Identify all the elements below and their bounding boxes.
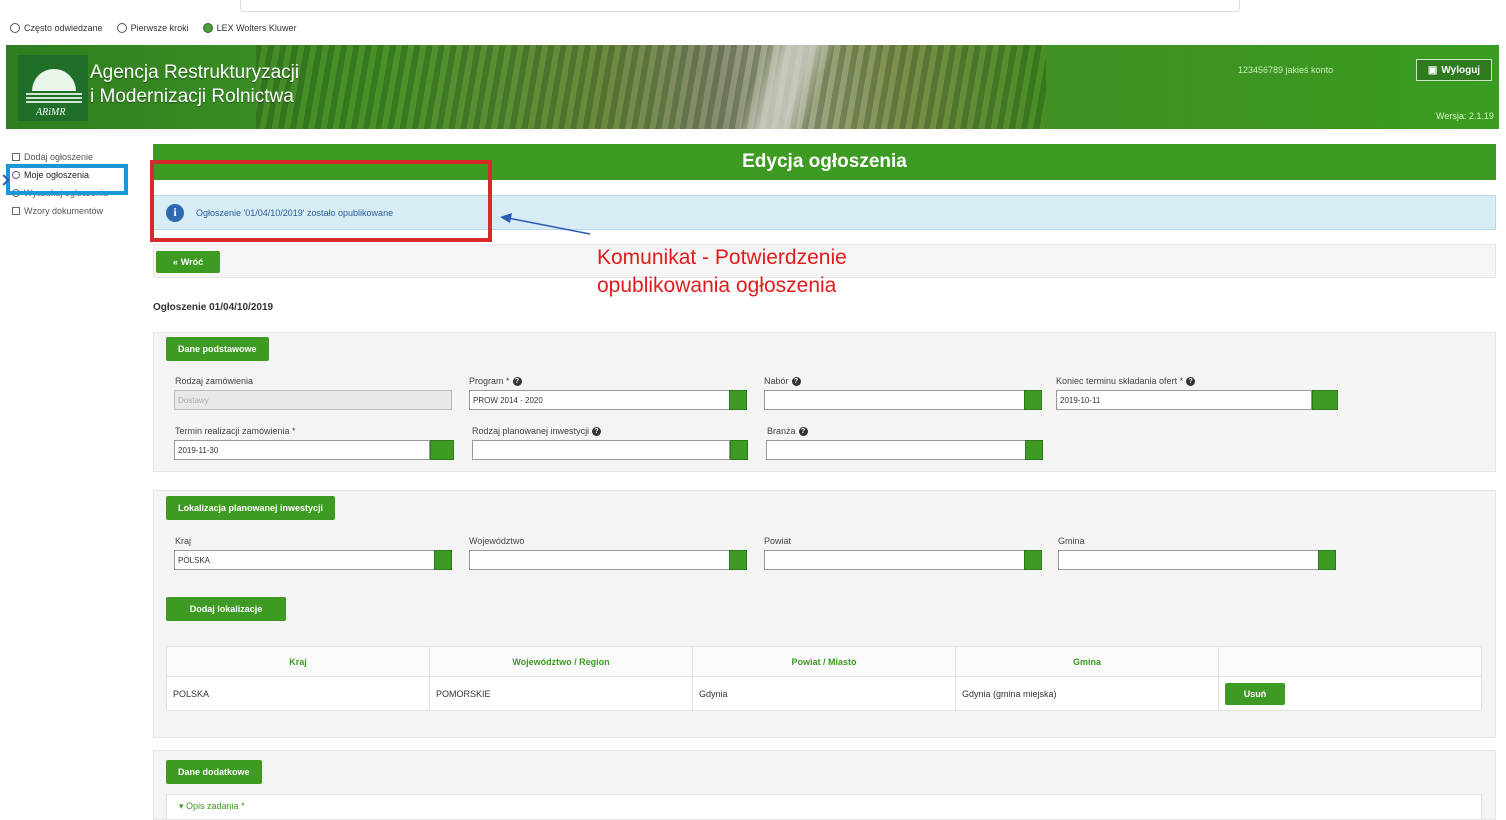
logo-bars-icon [26,93,82,103]
task-description-panel[interactable]: ▾ Opis zadania * [166,794,1482,820]
sidebar-item-templates[interactable]: Wzory dokumentów [12,202,142,220]
help-icon[interactable]: ? [791,376,801,386]
header-road-image [686,45,886,129]
url-bar[interactable] [240,0,1240,12]
country-select[interactable]: POLSKA [174,550,436,570]
realization-calendar-button[interactable] [430,440,454,460]
expand-arrow-icon: ▾ [179,801,187,811]
logo-sun-icon [32,69,76,91]
annotation-text: Komunikat - Potwierdzenie opublikowania … [597,246,847,297]
user-info: 123456789 jakieś konto [1238,65,1334,75]
commune-dropdown-button[interactable] [1318,550,1336,570]
add-location-button[interactable]: Dodaj lokalizacje [166,597,286,621]
arimr-logo: ARiMR [18,55,88,121]
cell-voivodeship: POMORSKIE [429,676,693,711]
voivodeship-label: Województwo [469,536,525,546]
globe-icon [202,23,213,33]
branch-dropdown-button[interactable] [1025,440,1043,460]
column-header-actions [1218,646,1482,677]
cell-actions: Usuń [1218,676,1482,711]
voivodeship-dropdown-button[interactable] [729,550,747,570]
deadline-calendar-button[interactable] [1312,390,1338,410]
bookmark-first-steps[interactable]: Pierwsze kroki [116,23,189,33]
cell-commune: Gdynia (gmina miejska) [955,676,1219,711]
logout-icon: ▣ [1427,64,1438,76]
nabor-select[interactable] [764,390,1026,410]
investment-type-dropdown-button[interactable] [730,440,748,460]
country-dropdown-button[interactable] [434,550,452,570]
locations-table: Kraj Województwo / Region Powiat / Miast… [166,646,1482,711]
realization-field[interactable]: 2019-11-30 [174,440,430,460]
version-label: Wersja: 2.1.19 [1436,111,1494,121]
county-dropdown-button[interactable] [1024,550,1042,570]
bookmarks-bar: Często odwiedzane Pierwsze kroki LEX Wol… [0,18,304,38]
column-header-commune: Gmina [955,646,1219,677]
globe-icon [116,23,127,33]
header-field-image [256,45,1046,129]
help-icon[interactable]: ? [592,426,602,436]
program-select[interactable]: PROW 2014 - 2020 [469,390,731,410]
extra-data-button[interactable]: Dane dodatkowe [166,760,262,784]
branch-label: Branża ? [767,426,808,436]
help-icon[interactable]: ? [512,376,522,386]
country-label: Kraj [175,536,192,546]
table-header-row: Kraj Województwo / Region Powiat / Miast… [166,646,1482,677]
column-header-country: Kraj [166,646,430,677]
commune-label: Gmina [1058,536,1085,546]
help-icon[interactable]: ? [798,426,808,436]
voivodeship-select[interactable] [469,550,731,570]
order-type-field: Dostawy [174,390,452,410]
cell-country: POLSKA [166,676,430,711]
agency-name: Agencja Restrukturyzacji i Modernizacji … [90,62,300,107]
deadline-field[interactable]: 2019-10-11 [1056,390,1312,410]
logout-button[interactable]: ▣ Wyloguj [1416,59,1492,81]
app-header: ARiMR Agencja Restrukturyzacji i Moderni… [6,45,1499,129]
column-header-county: Powiat / Miasto [692,646,956,677]
realization-label: Termin realizacji zamówienia * [175,426,296,436]
county-label: Powiat [764,536,792,546]
basic-data-button[interactable]: Dane podstawowe [166,337,269,361]
folder-icon [12,207,20,215]
branch-select[interactable] [766,440,1026,460]
browser-url-area [0,0,1506,14]
table-row: POLSKA POMORSKIE Gdynia Gdynia (gmina mi… [166,676,1482,711]
column-header-voivodeship: Województwo / Region [429,646,693,677]
annotation-arrow-icon [500,213,591,235]
location-section-button[interactable]: Lokalizacja planowanej inwestycji [166,496,336,520]
message-highlight-box [150,160,492,242]
gear-icon [10,23,20,33]
bookmark-lex[interactable]: LEX Wolters Kluwer [202,23,296,33]
sidebar-highlight-box [6,164,128,195]
nabor-label: Nabór ? [764,376,801,386]
edit-icon [12,153,20,161]
logo-text: ARiMR [36,107,66,118]
help-icon[interactable]: ? [1186,376,1196,386]
investment-type-select[interactable] [472,440,730,460]
investment-type-label: Rodzaj planowanej inwestycji ? [472,426,602,436]
commune-select[interactable] [1058,550,1320,570]
cell-county: Gdynia [692,676,956,711]
deadline-label: Koniec terminu składania ofert * ? [1056,376,1196,386]
nabor-dropdown-button[interactable] [1024,390,1042,410]
back-button[interactable]: « Wróć [156,251,220,273]
notice-number-label: Ogłoszenie 01/04/10/2019 [153,302,274,313]
county-select[interactable] [764,550,1026,570]
program-dropdown-button[interactable] [729,390,747,410]
order-type-label: Rodzaj zamówienia [175,376,254,386]
delete-location-button[interactable]: Usuń [1225,682,1285,705]
back-arrow-icon: « [172,257,178,267]
bookmark-often-visited[interactable]: Często odwiedzane [10,23,103,33]
program-label: Program * ? [469,376,522,386]
